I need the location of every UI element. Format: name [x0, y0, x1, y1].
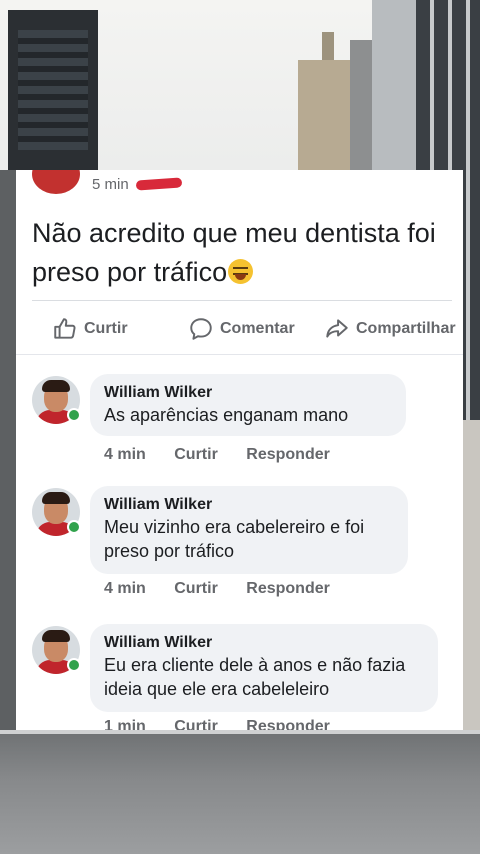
- comment-author[interactable]: William Wilker: [104, 632, 424, 653]
- comment-like-link[interactable]: Curtir: [174, 718, 218, 730]
- comment-meta: 4 min Curtir Responder: [104, 580, 354, 598]
- redaction-scribble: [135, 177, 183, 191]
- road: [0, 730, 480, 854]
- divider: [16, 354, 463, 355]
- comment-label: Comentar: [220, 320, 295, 337]
- comment-text: Meu vizinho era cabelereiro e foi preso …: [104, 517, 365, 561]
- facebook-post-card: 5 min Não acredito que meu dentista foi …: [16, 170, 463, 730]
- comment-reply-link[interactable]: Responder: [246, 446, 330, 463]
- online-status-dot: [67, 408, 81, 422]
- comment-reply-link[interactable]: Responder: [246, 580, 330, 597]
- comment-time: 1 min: [104, 718, 146, 730]
- online-status-dot: [67, 658, 81, 672]
- divider: [32, 300, 452, 301]
- comment-text: Eu era cliente dele à anos e não fazia i…: [104, 655, 406, 699]
- comment-bubble: William Wilker Meu vizinho era cabelerei…: [90, 486, 408, 574]
- comment-bubble: William Wilker As aparências enganam man…: [90, 374, 406, 436]
- comment-like-link[interactable]: Curtir: [174, 446, 218, 463]
- comment-time: 4 min: [104, 446, 146, 463]
- dark-building: [8, 10, 98, 170]
- share-arrow-icon: [326, 319, 348, 338]
- online-status-dot: [67, 520, 81, 534]
- post-author-avatar[interactable]: [32, 170, 80, 194]
- post-timestamp: 5 min: [92, 176, 129, 193]
- post-text: Não acredito que meu dentista foi preso …: [32, 214, 452, 292]
- like-button[interactable]: Curtir: [52, 316, 128, 342]
- comment-meta: 1 min Curtir Responder: [104, 718, 354, 730]
- comment-author[interactable]: William Wilker: [104, 382, 392, 403]
- comment-reply-link[interactable]: Responder: [246, 718, 330, 730]
- comment-bubble-icon: [190, 318, 212, 340]
- middle-building: [350, 40, 372, 170]
- tired-face-emoji-icon: [228, 259, 254, 284]
- share-label: Compartilhar: [356, 320, 456, 337]
- comment-time: 4 min: [104, 580, 146, 597]
- comment-author[interactable]: William Wilker: [104, 494, 394, 515]
- post-actions-bar: Curtir Comentar Compartilhar: [16, 310, 463, 346]
- sidewalk-wall: [462, 420, 480, 730]
- church-tower: [298, 32, 358, 170]
- comment-button[interactable]: Comentar: [188, 316, 295, 342]
- comment-text: As aparências enganam mano: [104, 405, 349, 425]
- comment-like-link[interactable]: Curtir: [174, 580, 218, 597]
- share-button[interactable]: Compartilhar: [324, 316, 456, 342]
- comment-bubble: William Wilker Eu era cliente dele à ano…: [90, 624, 438, 712]
- like-label: Curtir: [84, 320, 128, 337]
- comment-meta: 4 min Curtir Responder: [104, 446, 354, 464]
- thumbs-up-icon: [54, 318, 76, 339]
